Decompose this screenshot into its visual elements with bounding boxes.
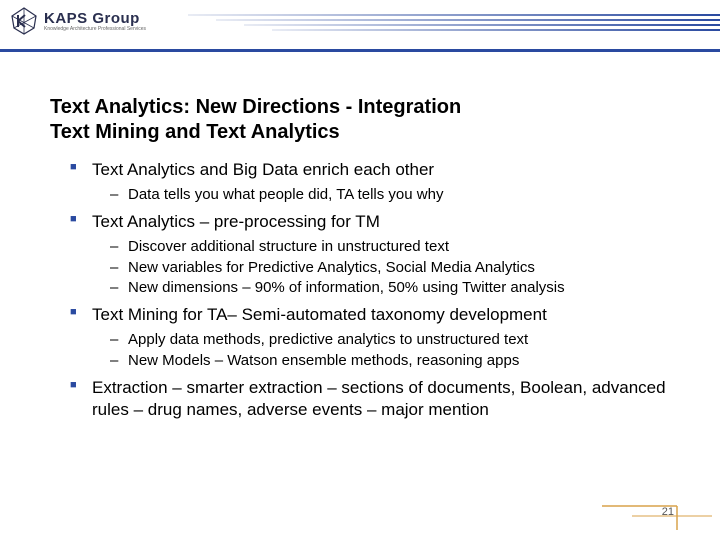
logo-icon — [8, 6, 40, 36]
bullet-text: Extraction – smarter extraction – sectio… — [92, 378, 666, 419]
title-line-1: Text Analytics: New Directions - Integra… — [50, 96, 461, 118]
footer-decoration-icon — [602, 498, 712, 530]
title-line-2: Text Mining and Text Analytics — [50, 121, 340, 143]
sub-item: Apply data methods, predictive analytics… — [110, 330, 690, 350]
sub-item: New variables for Predictive Analytics, … — [110, 258, 690, 278]
sub-list: Discover additional structure in unstruc… — [92, 237, 690, 298]
logo-main-text: KAPS Group — [44, 11, 146, 26]
sub-list: Data tells you what people did, TA tells… — [92, 185, 690, 205]
sub-item: Discover additional structure in unstruc… — [110, 237, 690, 257]
bullet-text: Text Analytics and Big Data enrich each … — [92, 160, 434, 179]
sub-list: Apply data methods, predictive analytics… — [92, 330, 690, 371]
slide-content: Text Analytics: New Directions - Integra… — [50, 95, 690, 427]
bullet-item: Extraction – smarter extraction – sectio… — [70, 377, 690, 421]
sub-item: Data tells you what people did, TA tells… — [110, 185, 690, 205]
logo: KAPS Group Knowledge Architecture Profes… — [8, 6, 146, 36]
bullet-item: Text Analytics – pre-processing for TM D… — [70, 211, 690, 298]
slide-header: KAPS Group Knowledge Architecture Profes… — [0, 0, 720, 54]
logo-sub-text: Knowledge Architecture Professional Serv… — [44, 27, 146, 32]
bullet-text: Text Mining for TA– Semi-automated taxon… — [92, 305, 547, 324]
bullet-list: Text Analytics and Big Data enrich each … — [50, 159, 690, 421]
sub-item: New Models – Watson ensemble methods, re… — [110, 351, 690, 371]
header-decoration — [160, 14, 720, 36]
bullet-item: Text Mining for TA– Semi-automated taxon… — [70, 304, 690, 371]
bullet-item: Text Analytics and Big Data enrich each … — [70, 159, 690, 205]
bullet-text: Text Analytics – pre-processing for TM — [92, 212, 380, 231]
header-divider — [0, 49, 720, 52]
sub-item: New dimensions – 90% of information, 50%… — [110, 278, 690, 298]
slide-title: Text Analytics: New Directions - Integra… — [50, 95, 690, 145]
